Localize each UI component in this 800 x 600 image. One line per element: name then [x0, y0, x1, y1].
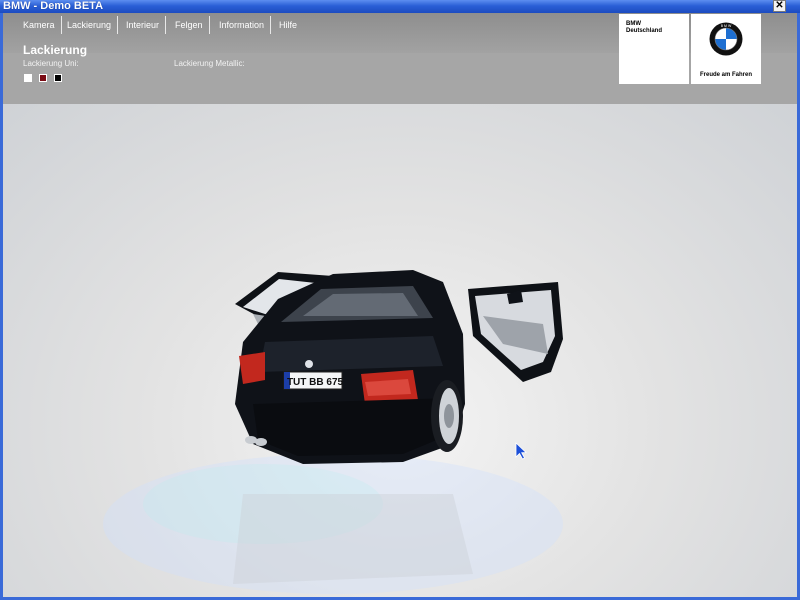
car-3d-viewport[interactable]: TUT BB 675	[3, 104, 797, 597]
swatch-black[interactable]	[54, 74, 62, 82]
menu-item-hilfe[interactable]: Hilfe	[273, 16, 303, 34]
section-title: Lackierung	[23, 43, 88, 57]
swatch-white[interactable]	[24, 74, 32, 82]
window-title: BMW - Demo BETA	[3, 0, 104, 12]
license-plate-text: TUT BB 675	[287, 377, 344, 388]
bmw-logo-box: B M W Freude am Fahren	[691, 14, 761, 84]
menu-item-kamera[interactable]: Kamera	[17, 16, 62, 34]
bmw-roundel-icon: B M W	[709, 22, 743, 56]
brand-line1: BMW	[626, 21, 641, 27]
bmw-deutschland-box: BMW Deutschland	[619, 14, 689, 84]
slogan: Freude am Fahren	[699, 72, 752, 78]
brand-line2: Deutschland	[626, 28, 663, 34]
brand-text: BMW Deutschland	[626, 21, 662, 35]
paint-uni-label: Lackierung Uni:	[23, 59, 79, 68]
svg-text:B M W: B M W	[721, 24, 732, 28]
menu-item-felgen[interactable]: Felgen	[169, 16, 210, 34]
mouse-cursor-icon	[515, 442, 527, 460]
menu-item-information[interactable]: Information	[213, 16, 272, 34]
close-button[interactable]: ✕	[773, 0, 786, 12]
menu-item-lackierung[interactable]: Lackierung	[61, 16, 119, 34]
swatch-dark-red[interactable]	[39, 74, 47, 82]
car-render: TUT BB 675	[103, 270, 563, 594]
window-titlebar[interactable]: BMW - Demo BETA ✕	[0, 0, 800, 13]
menu-item-interieur[interactable]: Interieur	[120, 16, 167, 34]
app-header: Kamera Lackierung Interieur Felgen Infor…	[3, 13, 797, 104]
paint-metallic-label: Lackierung Metallic:	[174, 59, 245, 68]
